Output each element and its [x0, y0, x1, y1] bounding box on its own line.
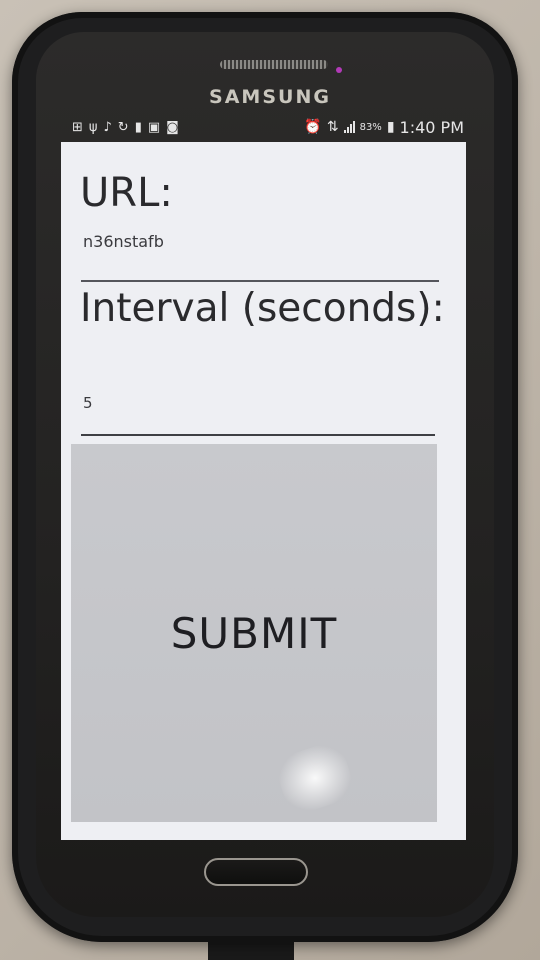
- wifi-icon: ⇅: [326, 119, 339, 135]
- submit-button[interactable]: SUBMIT: [71, 444, 437, 822]
- speaker-grille: [220, 60, 328, 69]
- usb-icon: ψ: [88, 119, 98, 135]
- file-icon: ▮: [134, 119, 142, 135]
- interval-input-underline: [81, 434, 435, 436]
- status-bar: ⊞ ψ ♪ ↻ ▮ ▣ ◙ ⏰ ⇅ 83% ▮ 1:40 PM: [72, 112, 464, 142]
- app-screen: URL: n36nstafb Interval (seconds): 5 SUB…: [61, 142, 466, 840]
- add-icon: ⊞: [72, 119, 83, 135]
- photo-icon: ◙: [166, 119, 179, 135]
- signal-icon: [343, 121, 355, 133]
- refresh-icon: ↻: [117, 119, 129, 135]
- messages-icon: ▣: [147, 119, 161, 135]
- twitter-icon: ♪: [103, 119, 112, 135]
- interval-input[interactable]: 5: [83, 394, 93, 412]
- notification-icons: ⊞ ψ ♪ ↻ ▮ ▣ ◙: [72, 121, 179, 134]
- alarm-icon: ⏰: [304, 119, 322, 135]
- battery-percent: 83%: [359, 121, 382, 133]
- front-camera-icon: [336, 67, 342, 73]
- system-icons: ⏰ ⇅ 83% ▮ 1:40 PM: [304, 118, 464, 137]
- interval-label: Interval (seconds):: [80, 286, 445, 331]
- url-input[interactable]: n36nstafb: [83, 232, 164, 251]
- home-button[interactable]: [204, 858, 308, 886]
- status-clock: 1:40 PM: [399, 117, 464, 137]
- brand-logo: SAMSUNG: [209, 86, 331, 108]
- battery-icon: ▮: [386, 119, 395, 135]
- url-label: URL:: [80, 170, 173, 216]
